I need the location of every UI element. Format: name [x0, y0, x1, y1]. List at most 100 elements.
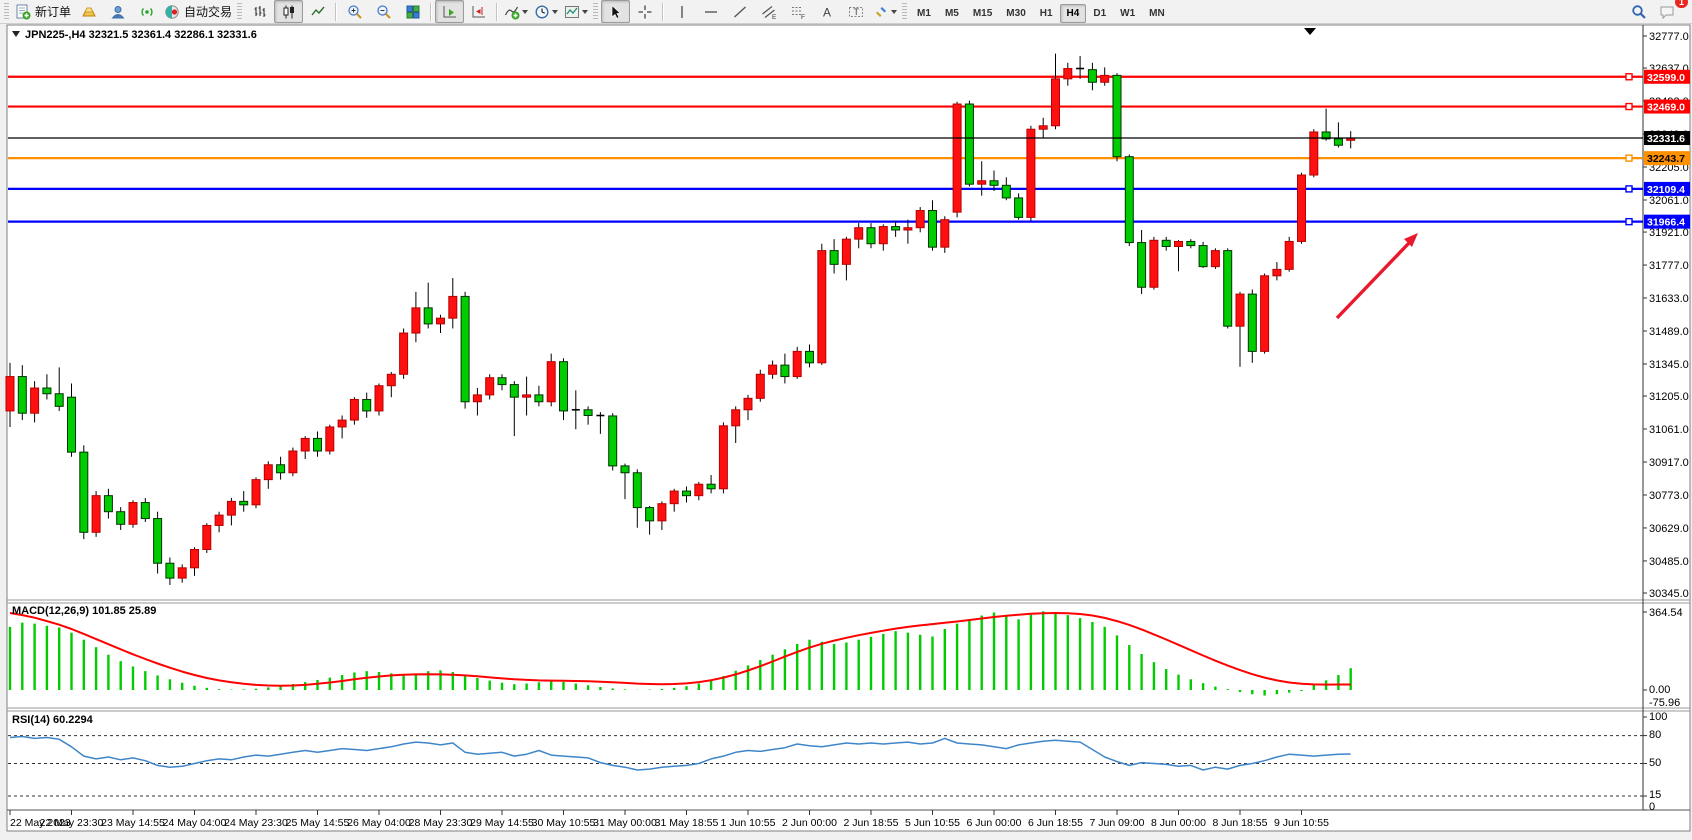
- candle-body: [1138, 243, 1146, 288]
- candle-body: [584, 410, 592, 416]
- candle-body: [855, 228, 863, 239]
- price-tick-label: 31205.0: [1649, 391, 1689, 403]
- candle-body: [424, 308, 432, 324]
- hline-price-label: 31966.4: [1647, 217, 1685, 229]
- candle-body: [6, 377, 14, 411]
- candle-body: [240, 501, 248, 504]
- hline-marker[interactable]: [1626, 104, 1632, 110]
- time-tick-label: 29 May 14:55: [470, 817, 534, 829]
- candle-body: [178, 568, 186, 578]
- candle-body: [1015, 198, 1023, 217]
- candle-body: [203, 525, 211, 549]
- price-tick-label: 31061.0: [1649, 424, 1689, 436]
- candle-body: [941, 220, 949, 247]
- time-tick-label: 5 Jun 10:55: [905, 817, 960, 829]
- time-tick-label: 28 May 23:30: [409, 817, 473, 829]
- candle-body: [719, 426, 727, 489]
- rsi-axis-label: 0: [1649, 801, 1655, 813]
- candle-body: [375, 386, 383, 411]
- candle-body: [916, 211, 924, 228]
- candle-body: [92, 496, 100, 533]
- time-tick-label: 25 May 14:55: [286, 817, 350, 829]
- candle-body: [1052, 79, 1060, 126]
- time-tick-label: 6 Jun 00:00: [967, 817, 1022, 829]
- mt4-terminal: 新订单 自动交易: [0, 0, 1692, 840]
- hline-marker[interactable]: [1626, 74, 1632, 80]
- hline-marker[interactable]: [1626, 186, 1632, 192]
- hline-marker[interactable]: [1626, 155, 1632, 161]
- hline-price-label: 32109.4: [1647, 184, 1685, 196]
- price-tick-label: 30629.0: [1649, 523, 1689, 535]
- candle-body: [830, 251, 838, 265]
- candle-body: [510, 385, 518, 398]
- candle-body: [1039, 126, 1047, 129]
- rsi-axis-label: 50: [1649, 757, 1661, 769]
- candle-body: [818, 251, 826, 363]
- candle-body: [633, 473, 641, 508]
- candle-body: [461, 296, 469, 401]
- hline-marker[interactable]: [1626, 219, 1632, 225]
- candle-body: [350, 399, 358, 420]
- candle-body: [990, 181, 998, 186]
- time-tick-label: 7 Jun 09:00: [1090, 817, 1145, 829]
- candle-body: [769, 365, 777, 374]
- candle-body: [1273, 269, 1281, 275]
- time-tick-label: 8 Jun 18:55: [1213, 817, 1268, 829]
- candle-body: [227, 501, 235, 515]
- candle-body: [1334, 139, 1342, 145]
- time-tick-label: 24 May 23:30: [224, 817, 288, 829]
- rsi-axis-label: 15: [1649, 789, 1661, 801]
- macd-label: MACD(12,26,9) 101.85 25.89: [12, 605, 156, 617]
- candle-body: [314, 438, 322, 451]
- candle-body: [1101, 75, 1109, 82]
- candle-body: [326, 427, 334, 451]
- candle-body: [646, 508, 654, 521]
- current-price-label: 32331.6: [1644, 131, 1690, 145]
- price-tick-label: 32061.0: [1649, 195, 1689, 207]
- time-tick-label: 2 Jun 18:55: [844, 817, 899, 829]
- candle-body: [129, 503, 137, 525]
- candle-body: [55, 394, 63, 407]
- candle-body: [1285, 241, 1293, 269]
- candle-body: [154, 519, 162, 564]
- time-tick-label: 9 Jun 10:55: [1274, 817, 1329, 829]
- price-tick-label: 32777.0: [1649, 31, 1689, 43]
- chart-window-frame: [7, 25, 1690, 831]
- hline-price-label: 32243.7: [1647, 153, 1685, 165]
- candle-body: [191, 549, 199, 567]
- macd-axis-label: 0.00: [1649, 684, 1670, 696]
- time-tick-label: 24 May 04:00: [163, 817, 227, 829]
- price-tick-label: 31777.0: [1649, 260, 1689, 272]
- time-tick-label: 30 May 10:55: [532, 817, 596, 829]
- chart-window[interactable]: 32777.032637.032493.032349.032205.032061…: [0, 0, 1692, 840]
- candle-body: [18, 377, 26, 414]
- rsi-axis-label: 80: [1649, 729, 1661, 741]
- candle-body: [732, 410, 740, 426]
- candle-body: [1002, 185, 1010, 198]
- candle-body: [806, 351, 814, 362]
- candle-body: [744, 398, 752, 409]
- candle-body: [437, 318, 445, 324]
- candle-body: [879, 227, 887, 244]
- candle-body: [1113, 75, 1121, 156]
- candle-body: [1211, 251, 1219, 267]
- candle-body: [781, 365, 789, 376]
- candle-body: [1175, 241, 1183, 246]
- hline-price-label: 32599.0: [1647, 72, 1685, 84]
- price-tick-label: 31921.0: [1649, 227, 1689, 239]
- candle-body: [1261, 276, 1269, 352]
- candle-body: [412, 308, 420, 333]
- candle-body: [277, 465, 285, 473]
- candle-body: [104, 496, 112, 512]
- candle-body: [707, 484, 715, 489]
- candle-body: [683, 491, 691, 496]
- candle-body: [904, 228, 912, 230]
- candle-body: [929, 211, 937, 248]
- time-tick-label: 23 May 14:55: [101, 817, 165, 829]
- candle-body: [670, 491, 678, 504]
- candle-body: [473, 395, 481, 402]
- candle-body: [547, 362, 555, 402]
- candle-body: [892, 227, 900, 230]
- candle-body: [1125, 157, 1133, 243]
- candle-body: [68, 397, 76, 452]
